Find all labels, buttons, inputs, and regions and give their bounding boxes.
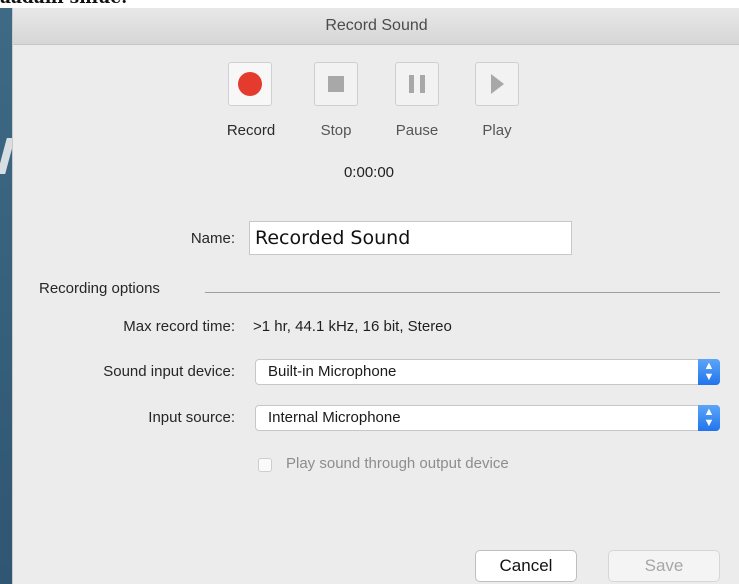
- background-caption: aadani sniue.: [0, 0, 220, 8]
- max-record-time-value: >1 hr, 44.1 kHz, 16 bit, Stereo: [253, 318, 452, 335]
- record-sound-dialog: Record Sound Record Stop Pause Play 0:00…: [12, 8, 739, 584]
- pause-label[interactable]: Pause: [377, 122, 457, 139]
- recording-options-heading: Recording options: [39, 280, 160, 297]
- play-icon: [491, 74, 504, 94]
- save-button[interactable]: Save: [608, 550, 720, 582]
- name-label: Name:: [190, 230, 235, 247]
- record-label[interactable]: Record: [211, 122, 291, 139]
- record-button[interactable]: [228, 62, 272, 106]
- input-source-label: Input source:: [148, 409, 235, 426]
- stop-button[interactable]: [314, 62, 358, 106]
- record-icon: [238, 72, 262, 96]
- max-record-time-label: Max record time:: [123, 318, 235, 335]
- play-label[interactable]: Play: [457, 122, 537, 139]
- playthrough-label[interactable]: Play sound through output device: [286, 455, 509, 472]
- input-source-select[interactable]: Internal Microphone ▲ ▼: [255, 405, 720, 431]
- sound-input-device-select[interactable]: Built-in Microphone ▲ ▼: [255, 359, 720, 385]
- background-window: [0, 8, 15, 584]
- name-input[interactable]: Recorded Sound: [249, 221, 572, 255]
- stop-icon: [328, 76, 344, 92]
- elapsed-time: 0:00:00: [343, 164, 395, 181]
- pause-button[interactable]: [395, 62, 439, 106]
- cancel-button[interactable]: Cancel: [475, 550, 577, 582]
- section-divider: [205, 292, 720, 293]
- input-source-value: Internal Microphone: [268, 409, 401, 426]
- sound-input-device-label: Sound input device:: [103, 363, 235, 380]
- dialog-title: Record Sound: [13, 8, 739, 45]
- stop-label[interactable]: Stop: [296, 122, 376, 139]
- playthrough-checkbox[interactable]: [258, 458, 272, 472]
- sound-input-device-value: Built-in Microphone: [268, 363, 397, 380]
- select-stepper-icon: ▲ ▼: [698, 359, 720, 385]
- select-stepper-icon: ▲ ▼: [698, 405, 720, 431]
- play-button[interactable]: [475, 62, 519, 106]
